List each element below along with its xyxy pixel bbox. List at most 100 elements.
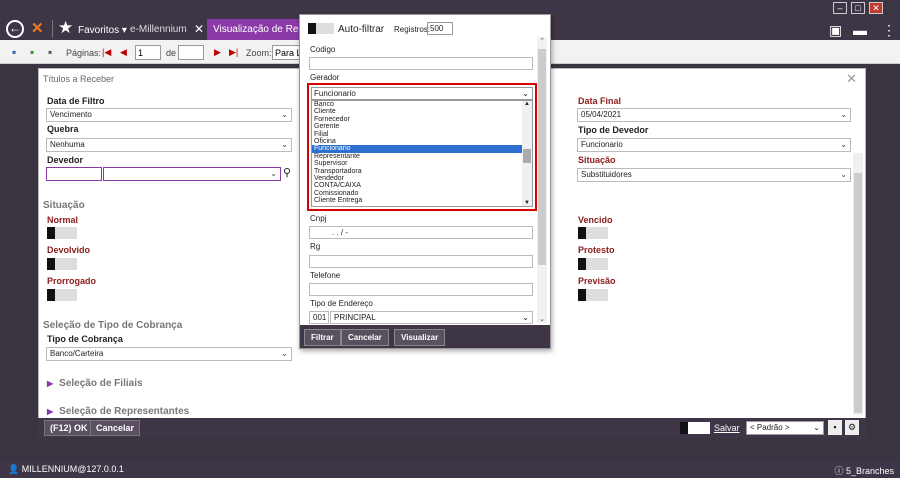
last-page-icon[interactable]: ▶| (229, 47, 238, 58)
tipo-endereco-select[interactable]: PRINCIPAL ⌄ (330, 311, 533, 324)
dialog-scrollbar[interactable] (853, 153, 863, 415)
divider (52, 20, 53, 38)
telefone-input[interactable] (309, 283, 533, 296)
cancelar-popup-button[interactable]: Cancelar (341, 329, 389, 346)
expander-representantes[interactable]: ▶ Seleção de Representantes (47, 406, 189, 417)
preset-select[interactable]: < Padrão > ⌄ (746, 421, 824, 435)
more-menu-icon[interactable]: ⋮ (882, 22, 896, 39)
save-preset-icon[interactable]: ▪ (828, 420, 842, 435)
chevron-up-icon[interactable]: ▲ (522, 101, 532, 107)
tipo-cobranca-select[interactable]: Banco/Carteira ⌄ (46, 347, 292, 361)
toggle-previsao[interactable] (578, 289, 608, 301)
branch-status[interactable]: ⓘ 5_Branches (834, 464, 894, 477)
chevron-down-icon[interactable]: ▼ (522, 200, 532, 206)
data-final-label: Data Final (578, 96, 622, 106)
tab-label: e-Millennium (130, 24, 187, 35)
next-page-icon[interactable]: ▶ (214, 47, 221, 58)
chevron-up-icon[interactable]: ⌃ (537, 37, 547, 45)
first-page-icon[interactable]: |◀ (102, 47, 111, 58)
toggle-prorrogado[interactable] (47, 289, 77, 301)
zoom-select[interactable] (272, 45, 302, 60)
gerador-option[interactable]: Oficina (312, 138, 532, 145)
gerador-option[interactable]: Fornecedor (312, 116, 532, 123)
save-toggle[interactable] (680, 422, 710, 434)
data-final-select[interactable]: 05/04/2021 ⌄ (577, 108, 851, 122)
cancel-button[interactable]: Cancelar (90, 420, 141, 436)
save-link[interactable]: Salvar (714, 423, 740, 433)
gerador-option[interactable]: Cliente Entrega (312, 197, 532, 204)
cnpj-input[interactable]: . . / - (309, 226, 533, 239)
auto-filter-toggle[interactable] (308, 23, 334, 34)
gerador-option[interactable]: Vendedor (312, 175, 532, 182)
devedor-label: Devedor (47, 155, 84, 165)
devedor-code-input[interactable] (46, 167, 102, 181)
favorites-menu[interactable]: Favoritos ▾ (78, 25, 127, 36)
gerador-option[interactable]: Filial (312, 131, 532, 138)
devedor-name-select[interactable]: ⌄ (103, 167, 281, 181)
ok-button[interactable]: (F12) OK (44, 420, 94, 436)
gerador-option[interactable]: Supervisor (312, 160, 532, 167)
tipo-endereco-code-input[interactable]: 001 (309, 311, 329, 324)
codigo-input[interactable] (309, 57, 533, 70)
rg-input[interactable] (309, 255, 533, 268)
data-final-value: 05/04/2021 (581, 110, 622, 119)
scrollbar-thumb[interactable] (854, 173, 862, 413)
options-scrollbar[interactable]: ▲ ▼ (522, 101, 532, 206)
gerador-option[interactable]: Gerente (312, 123, 532, 130)
records-input[interactable]: 500 (427, 22, 453, 35)
dialog-title: Títulos a Receber (43, 74, 115, 84)
chevron-down-icon[interactable]: ⌄ (537, 315, 547, 323)
chevron-down-icon: ⌄ (522, 313, 529, 322)
close-window-button[interactable]: ✕ (869, 2, 883, 14)
popup-scrollbar[interactable]: ⌃ ⌄ (537, 37, 547, 323)
visualizar-button[interactable]: Visualizar (394, 329, 446, 346)
user-label: MILLENNIUM@127.0.0.1 (21, 464, 124, 474)
gerador-option[interactable]: Cliente (312, 108, 532, 115)
tipo-devedor-label: Tipo de Devedor (578, 125, 649, 135)
chat-icon[interactable]: ▬ (853, 22, 867, 38)
gerador-dropdown-highlight: Funcionario ⌄ Banco Cliente Fornecedor Geren… (307, 83, 537, 211)
situacao-select[interactable]: Substituidores ⌄ (577, 168, 851, 182)
data-filtro-select[interactable]: Vencimento ⌄ (46, 108, 292, 122)
toggle-normal[interactable] (47, 227, 77, 239)
expander-filiais[interactable]: ▶ Seleção de Filiais (47, 378, 143, 389)
quebra-select[interactable]: Nenhuma ⌄ (46, 138, 292, 152)
gerador-option[interactable]: Funcionario (312, 145, 532, 153)
back-icon[interactable]: ← (6, 20, 24, 38)
tab-e-millennium[interactable]: e-Millennium ✕ (124, 19, 206, 40)
close-dialog-icon[interactable]: ✕ (846, 71, 857, 87)
toggle-devolvido[interactable] (47, 258, 77, 270)
toggle-label-prorrogado: Prorrogado (47, 276, 97, 286)
clipboard-icon[interactable]: ▣ (829, 22, 842, 39)
scrollbar-thumb[interactable] (538, 49, 546, 265)
minimize-button[interactable]: – (833, 2, 847, 14)
search-icon[interactable]: ⚲ (283, 166, 291, 179)
gerador-option[interactable]: CONTA/CAIXA (312, 182, 532, 189)
save-icon[interactable]: ▪ (12, 45, 16, 59)
print-icon[interactable]: ▪ (48, 45, 52, 59)
prev-page-icon[interactable]: ◀ (120, 47, 127, 58)
gerador-option[interactable]: Representante (312, 153, 532, 160)
scrollbar-thumb[interactable] (523, 149, 531, 163)
page-input[interactable] (135, 45, 161, 60)
tipo-devedor-select[interactable]: Funcionario ⌄ (577, 138, 851, 152)
toggle-protesto[interactable] (578, 258, 608, 270)
gerador-option[interactable]: Transportadora (312, 168, 532, 175)
quebra-label: Quebra (47, 124, 79, 134)
tab-report-viewer[interactable]: Visualização de Relatórios (207, 19, 303, 40)
star-icon[interactable]: ★ (58, 18, 73, 38)
gerador-option[interactable]: Banco (312, 101, 532, 108)
branch-label: 5_Branches (845, 466, 894, 476)
caret-right-icon: ▶ (47, 407, 54, 416)
maximize-button[interactable]: □ (851, 2, 865, 14)
filtrar-button[interactable]: Filtrar (304, 329, 341, 346)
of-label: de (166, 48, 177, 58)
close-tab-icon[interactable]: ✕ (194, 19, 204, 40)
toggle-vencido[interactable] (578, 227, 608, 239)
gerador-select[interactable]: Funcionario ⌄ (311, 87, 533, 100)
total-pages-input[interactable] (178, 45, 204, 60)
export-icon[interactable]: ▪ (30, 45, 34, 59)
gerador-option[interactable]: Comissionado (312, 190, 532, 197)
settings-icon[interactable]: ⚙ (845, 420, 859, 435)
dialog-action-bar: (F12) OK Cancelar Salvar < Padrão > ⌄ ▪ ⚙ (38, 418, 866, 438)
